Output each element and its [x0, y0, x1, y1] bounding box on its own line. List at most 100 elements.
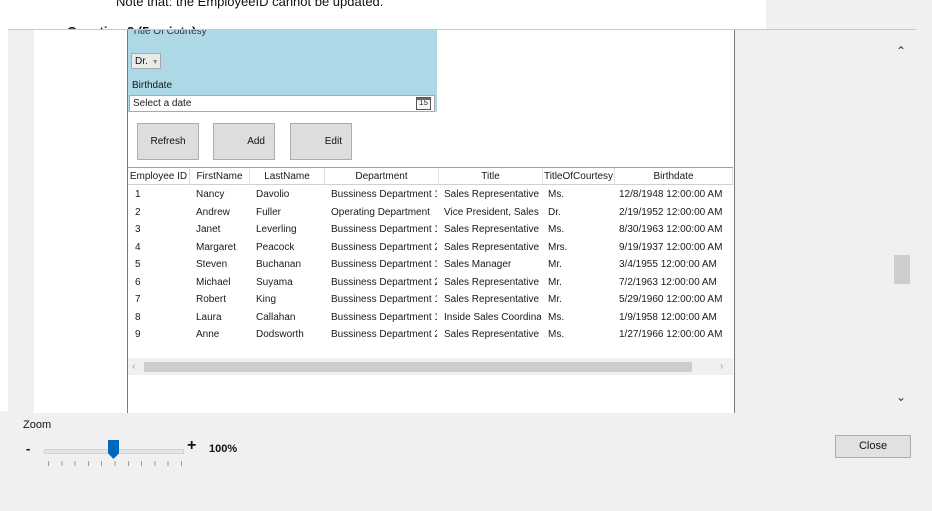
table-cell: 5/29/1960 12:00:00 AM	[619, 294, 723, 305]
zoom-out-button[interactable]: -	[26, 441, 30, 456]
note-text: Note that: the EmployeeID cannot be upda…	[116, 0, 384, 9]
table-cell: 7	[135, 294, 141, 305]
table-cell: 6	[135, 276, 141, 288]
close-button[interactable]: Close	[835, 435, 911, 458]
table-cell: 2/19/1952 12:00:00 AM	[619, 206, 723, 218]
table-cell: Bussiness Department 2	[331, 329, 437, 340]
table-cell: 8/30/1963 12:00:00 AM	[619, 224, 723, 235]
table-cell: 9	[135, 329, 141, 340]
chevron-down-icon[interactable]: ⌄	[896, 390, 906, 404]
refresh-button[interactable]: Refresh	[137, 123, 199, 160]
column-header[interactable]: Employee ID	[128, 168, 190, 185]
birthdate-picker[interactable]: Select a date 15	[129, 95, 435, 112]
table-cell: Davolio	[256, 189, 290, 200]
table-cell: 7/2/1963 12:00:00 AM	[619, 276, 717, 288]
table-cell: Peacock	[256, 241, 295, 253]
table-cell: Anne	[196, 329, 220, 340]
employee-app-window: Title Of Courtesy Dr. ▼ Birthdate Select …	[127, 30, 735, 413]
table-row[interactable]: 3 Janet Leverling Bussiness Department 1 Sal…	[128, 222, 733, 239]
chevron-left-icon[interactable]: ‹	[132, 361, 135, 372]
date-placeholder: Select a date	[133, 98, 192, 109]
table-cell: Bussiness Department 1	[331, 294, 437, 305]
courtesy-label: Title Of Courtesy	[132, 29, 207, 37]
edit-form-panel: Title Of Courtesy Dr. ▼ Birthdate Select …	[128, 30, 437, 112]
table-cell: Robert	[196, 294, 227, 305]
table-cell: Mr.	[548, 294, 562, 305]
table-cell: Mr.	[548, 259, 562, 270]
table-cell: Dr.	[548, 206, 561, 218]
table-cell: Callahan	[256, 311, 296, 323]
table-row[interactable]: 8 Laura Callahan Bussiness Department 1 Insi…	[128, 310, 733, 327]
table-cell: Sales Representative	[444, 189, 540, 200]
table-row[interactable]: 6 Michael Suyama Bussiness Department 2 Sale…	[128, 275, 733, 292]
zoom-in-button[interactable]: +	[187, 437, 196, 455]
calendar-icon[interactable]: 15	[416, 97, 431, 110]
table-row[interactable]: 4 Margaret Peacock Bussiness Department 2 Sa…	[128, 240, 733, 257]
horizontal-scrollbar[interactable]: ‹ ›	[128, 358, 733, 375]
table-cell: Nancy	[196, 189, 225, 200]
employee-grid[interactable]: Employee ID FirstName LastName Department Ti…	[128, 167, 733, 413]
table-cell: 8	[135, 311, 141, 323]
table-row[interactable]: 1 Nancy Davolio Bussiness Department 1 Sales…	[128, 187, 733, 204]
chevron-right-icon[interactable]: ›	[720, 361, 723, 372]
column-header[interactable]: FirstName	[190, 168, 250, 185]
table-cell: Suyama	[256, 276, 293, 288]
table-cell: Janet	[196, 224, 221, 235]
column-header[interactable]: TitleOfCourtesy	[543, 168, 615, 185]
viewer-margin	[34, 30, 127, 413]
table-cell: Mr.	[548, 276, 562, 288]
chevron-down-icon: ▼	[151, 59, 159, 66]
table-cell: Bussiness Department 1	[331, 189, 437, 200]
table-cell: King	[256, 294, 277, 305]
table-cell: Michael	[196, 276, 231, 288]
table-cell: Sales Representative	[444, 241, 540, 253]
table-cell: Buchanan	[256, 259, 302, 270]
courtesy-value: Dr.	[135, 56, 148, 67]
edit-button[interactable]: Edit	[290, 123, 352, 160]
column-header[interactable]: LastName	[250, 168, 325, 185]
table-cell: Bussiness Department 1	[331, 224, 437, 235]
table-cell: 1/27/1966 12:00:00 AM	[619, 329, 723, 340]
table-row[interactable]: 9 Anne Dodsworth Bussiness Department 2 Sale…	[128, 327, 733, 344]
table-cell: Dodsworth	[256, 329, 304, 340]
table-cell: Sales Representative	[444, 224, 540, 235]
vertical-scrollbar[interactable]: ⌃ ⌄	[893, 30, 916, 413]
table-cell: Ms.	[548, 189, 565, 200]
table-cell: 1/9/1958 12:00:00 AM	[619, 311, 717, 323]
table-cell: Steven	[196, 259, 228, 270]
table-cell: Andrew	[196, 206, 230, 218]
table-row[interactable]: 2 Andrew Fuller Operating Department Vice Pr…	[128, 205, 733, 222]
table-cell: Inside Sales Coordinato	[444, 311, 541, 323]
table-cell: Sales Manager	[444, 259, 512, 270]
birthdate-label: Birthdate	[132, 80, 173, 91]
add-button[interactable]: Add	[213, 123, 275, 160]
column-header[interactable]: Title	[439, 168, 543, 185]
table-cell: 4	[135, 241, 141, 253]
courtesy-select[interactable]: Dr. ▼	[131, 53, 161, 69]
table-cell: 3/4/1955 12:00:00 AM	[619, 259, 717, 270]
scrollbar-thumb[interactable]	[894, 255, 910, 284]
column-header[interactable]: Department	[325, 168, 439, 185]
table-cell: Ms.	[548, 311, 565, 323]
table-cell: Fuller	[256, 206, 282, 218]
chevron-up-icon[interactable]: ⌃	[896, 44, 906, 58]
zoom-label: Zoom	[23, 419, 52, 431]
table-cell: Ms.	[548, 224, 565, 235]
table-cell: Bussiness Department 2	[331, 276, 437, 288]
zoom-slider-ticks	[48, 461, 182, 466]
table-cell: Bussiness Department 1	[331, 311, 437, 323]
table-cell: Leverling	[256, 224, 297, 235]
table-row[interactable]: 7 Robert King Bussiness Department 1 Sales R…	[128, 292, 733, 309]
table-cell: Vice President, Sales	[444, 206, 539, 218]
table-row[interactable]: 5 Steven Buchanan Bussiness Department 1 Sal…	[128, 257, 733, 274]
column-header[interactable]: Birthdate	[615, 168, 733, 185]
table-cell: Sales Representative	[444, 294, 540, 305]
table-cell: Bussiness Department 2	[331, 241, 437, 253]
table-cell: Ms.	[548, 329, 565, 340]
table-cell: 1	[135, 189, 141, 200]
calendar-day: 15	[419, 98, 428, 107]
table-cell: Margaret	[196, 241, 237, 253]
table-cell: Laura	[196, 311, 222, 323]
scrollbar-thumb[interactable]	[144, 362, 692, 372]
table-cell: 9/19/1937 12:00:00 AM	[619, 241, 723, 253]
